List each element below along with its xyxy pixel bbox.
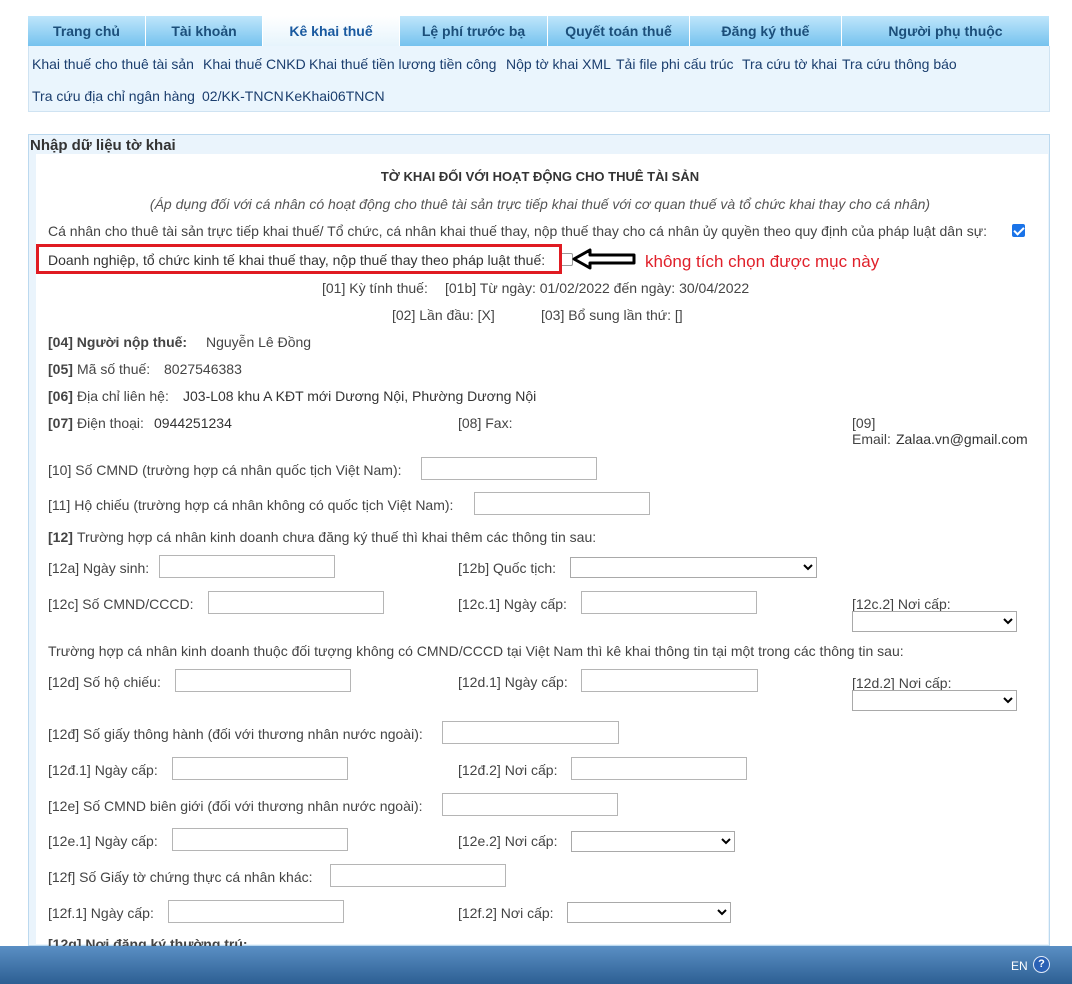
f11-ho-chieu-input[interactable] [474,492,650,515]
tab-quyet-toan-thue[interactable]: Quyết toán thuế [548,16,690,46]
option-1-label: Cá nhân cho thuê tài sản trực tiếp khai … [48,223,988,239]
f11-label: [11] Hộ chiếu (trường hợp cá nhân không … [48,497,454,513]
sub-navigation: Khai thuế cho thuê tài sản Khai thuế CNK… [28,46,1050,112]
f12dd2-noi-cap-input[interactable] [571,757,747,780]
tab-le-phi-truoc-ba[interactable]: Lệ phí trước bạ [400,16,548,46]
f05-value: 8027546383 [164,361,242,377]
tab-dang-ky-thue[interactable]: Đăng ký thuế [690,16,842,46]
f07-code: [07] [48,415,73,431]
tab-trang-chu[interactable]: Trang chủ [28,16,146,46]
f12dd-giay-thong-hanh-input[interactable] [442,721,619,744]
f08-label: [08] Fax: [458,415,513,431]
f09-label: Email: [852,431,891,447]
form-heading: TỜ KHAI ĐỐI VỚI HOẠT ĐỘNG CHO THUÊ TÀI S… [380,169,700,184]
language-indicator[interactable]: EN [1011,959,1028,973]
f12a-ngay-sinh-input[interactable] [159,555,335,578]
f12f1-label: [12f.1] Ngày cấp: [48,905,154,921]
f12a-label: [12a] Ngày sinh: [48,560,150,576]
tu-ngay-den-ngay: [01b] Từ ngày: 01/02/2022 đến ngày: 30/0… [445,280,750,296]
tab-nguoi-phu-thuoc[interactable]: Người phụ thuộc [842,16,1050,46]
f12dd-label: [12đ] Số giấy thông hành (đối với thương… [48,726,423,742]
f12f2-noi-cap-select[interactable] [567,902,731,923]
f06-code: [06] [48,388,73,404]
ky-tinh-thue-label: [01] Kỳ tính thuế: [322,280,428,296]
option-1-checkbox[interactable] [1012,224,1025,237]
subnav-tai-file-phi-cau-truc[interactable]: Tải file phi cấu trúc [616,56,734,72]
f12dd1-ngay-cap-input[interactable] [172,757,348,780]
f09-value: Zalaa.vn@gmail.com [896,431,1028,447]
f12e1-label: [12e.1] Ngày cấp: [48,833,158,849]
f12dd1-label: [12đ.1] Ngày cấp: [48,762,158,778]
f12c-cmnd-input[interactable] [208,591,384,614]
f12e2-noi-cap-select[interactable] [571,831,735,852]
f05-label: Mã số thuế: [77,361,151,377]
lan-dau: [02] Lần đầu: [X] [392,307,495,323]
f12dd2-label: [12đ.2] Nơi cấp: [458,762,558,778]
f12d2-noi-cap-select[interactable] [852,690,1017,711]
f12f2-label: [12f.2] Nơi cấp: [458,905,554,921]
f06-label: Địa chỉ liên hệ: [77,388,169,404]
f04-value: Nguyễn Lê Đồng [206,334,312,350]
f12f-label: [12f] Số Giấy tờ chứng thực cá nhân khác… [48,869,313,885]
subnav-khai-thue-tien-luong[interactable]: Khai thuế tiền lương tiền công [309,56,496,72]
left-arrow-icon [572,248,636,270]
f12c1-ngay-cap-input[interactable] [581,591,757,614]
f12c-label: [12c] Số CMND/CCCD: [48,596,194,612]
tab-tai-khoan[interactable]: Tài khoản [146,16,263,46]
subnav-khai-thue-cho-thue-tai-san[interactable]: Khai thuế cho thuê tài sản [32,56,194,72]
f12d1-label: [12d.1] Ngày cấp: [458,674,568,690]
f12b-label: [12b] Quốc tịch: [458,560,557,576]
form-subheading: (Áp dụng đối với cá nhân có hoạt động ch… [149,196,931,212]
main-tab-bar: Trang chủ Tài khoản Kê khai thuế Lệ phí … [28,16,1050,46]
subnav-tra-cuu-to-khai[interactable]: Tra cứu tờ khai [742,56,837,72]
panel-title: Nhập dữ liệu tờ khai [30,137,176,154]
annotation-note: không tích chọn được mục này [645,252,880,271]
f12f-giay-to-input[interactable] [330,864,506,887]
f12e2-label: [12e.2] Nơi cấp: [458,833,558,849]
f05-code: [05] [48,361,73,377]
f12e1-ngay-cap-input[interactable] [172,828,348,851]
f12-label: Trường hợp cá nhân kinh doanh chưa đăng … [77,529,597,545]
subnav-tra-cuu-dia-chi-ngan-hang[interactable]: Tra cứu địa chỉ ngân hàng [32,88,195,104]
f04-label: [04] Người nộp thuế: [48,334,188,350]
f12d2-label: [12d.2] Nơi cấp: [852,675,952,691]
f12e-cmnd-bien-gioi-input[interactable] [442,793,618,816]
subnav-khai-thue-cnkd[interactable]: Khai thuế CNKD [203,56,306,72]
f06-value: J03-L08 khu A KĐT mới Dương Nội, Phường … [183,388,537,404]
f12d-label: [12d] Số hộ chiếu: [48,674,161,690]
f07-value: 0944251234 [154,415,232,431]
tab-ke-khai-thue[interactable]: Kê khai thuế [263,16,400,46]
subnav-nop-to-khai-xml[interactable]: Nộp tờ khai XML [506,56,611,72]
f12d-so-ho-chieu-input[interactable] [175,669,351,692]
help-icon[interactable]: ? [1033,956,1050,973]
f12d1-ngay-cap-input[interactable] [581,669,758,692]
case-label: Trường hợp cá nhân kinh doanh thuộc đối … [48,643,904,659]
f07-label: Điện thoại: [77,415,144,431]
f10-cmnd-input[interactable] [421,457,597,480]
subnav-kekhai06tncn[interactable]: KeKhai06TNCN [285,88,385,104]
f12c2-label: [12c.2] Nơi cấp: [852,596,951,612]
subnav-tra-cuu-thong-bao[interactable]: Tra cứu thông báo [842,56,957,72]
taskbar: EN ? [0,946,1072,984]
f12f1-ngay-cap-input[interactable] [168,900,344,923]
f12c1-label: [12c.1] Ngày cấp: [458,596,567,612]
f12e-label: [12e] Số CMND biên giới (đối với thương … [48,798,423,814]
bo-sung-lan-thu: [03] Bổ sung lần thứ: [] [541,307,683,323]
f12-code: [12] [48,529,73,545]
subnav-02-kk-tncn[interactable]: 02/KK-TNCN [202,88,284,104]
f10-label: [10] Số CMND (trường hợp cá nhân quốc tị… [48,462,402,478]
f12c2-noi-cap-select[interactable] [852,611,1017,632]
highlight-box [36,244,562,274]
f09-code: [09] [852,415,876,431]
f12b-quoc-tich-select[interactable] [570,557,817,578]
